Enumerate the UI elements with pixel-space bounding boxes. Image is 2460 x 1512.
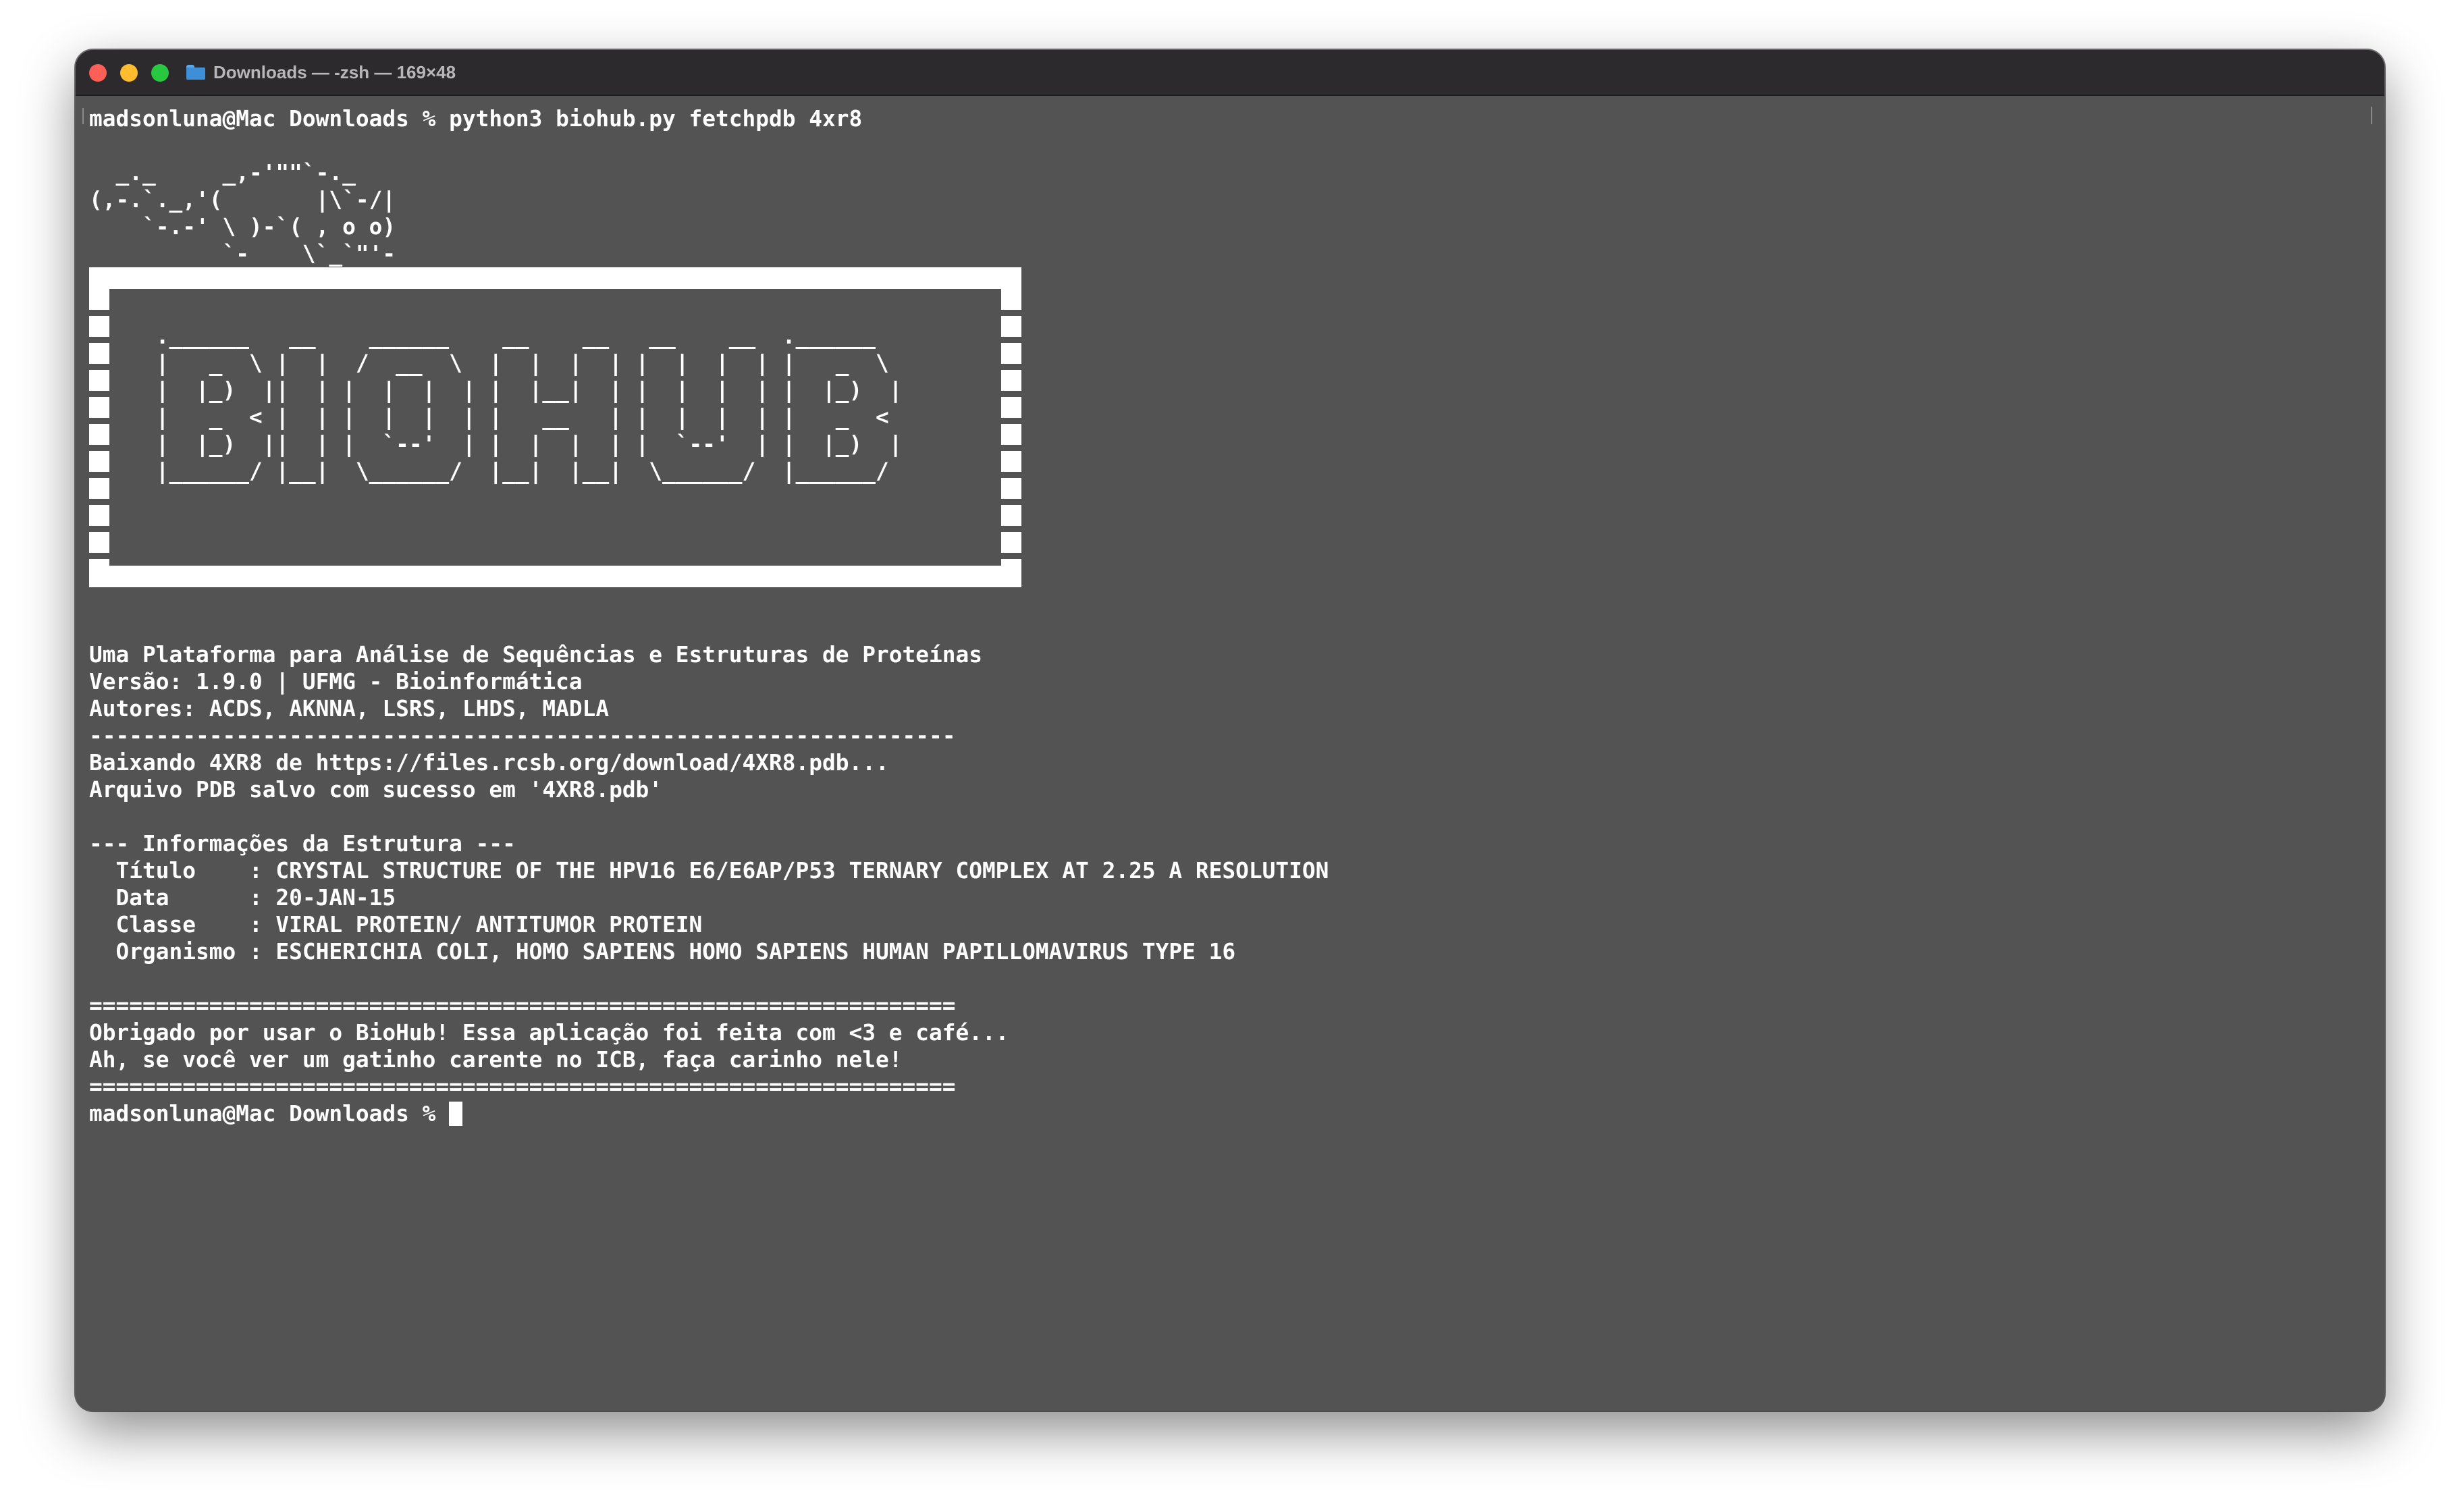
text-margin-marker [82, 108, 84, 124]
biohub-banner: .______ __ ______ __ __ __ __ .______ | … [89, 267, 1021, 587]
app-info: Uma Plataforma para Análise de Sequência… [89, 642, 982, 803]
biohub-ascii-logo: .______ __ ______ __ __ __ __ .______ | … [155, 323, 903, 484]
terminal-window: Downloads — -zsh — 169×48 madsonluna@Mac… [76, 50, 2384, 1411]
minimize-button[interactable] [120, 64, 138, 82]
window-title-group: Downloads — -zsh — 169×48 [186, 50, 456, 94]
close-button[interactable] [89, 64, 107, 82]
prompt-line[interactable]: madsonluna@Mac Downloads % [89, 1100, 2371, 1127]
zoom-button[interactable] [151, 64, 169, 82]
folder-icon [186, 65, 205, 80]
thanks-message: Obrigado por usar o BioHub! Essa aplicaç… [89, 1020, 1009, 1073]
banner-border-top [89, 267, 1021, 289]
terminal-output[interactable]: madsonluna@Mac Downloads % python3 biohu… [89, 105, 2371, 1411]
window-title: Downloads — -zsh — 169×48 [213, 61, 456, 82]
text-cursor [449, 1102, 463, 1126]
scrollbar-indicator[interactable] [2371, 107, 2372, 124]
ascii-cat-art: _._ _,-'""`-._ (,-.`._,'( |\`-/| `-.-' \… [89, 160, 396, 267]
title-bar[interactable]: Downloads — -zsh — 169×48 [76, 50, 2384, 96]
banner-border-bottom [89, 566, 1021, 587]
separator-top: ========================================… [89, 993, 956, 1019]
structure-fields: Título : CRYSTAL STRUCTURE OF THE HPV16 … [115, 858, 1329, 965]
command-line: madsonluna@Mac Downloads % python3 biohu… [89, 106, 863, 132]
separator-bottom: ========================================… [89, 1074, 956, 1100]
shell-prompt: madsonluna@Mac Downloads % [89, 1101, 450, 1127]
structure-header: --- Informações da Estrutura --- [89, 831, 516, 857]
banner-border-right [1001, 289, 1021, 566]
